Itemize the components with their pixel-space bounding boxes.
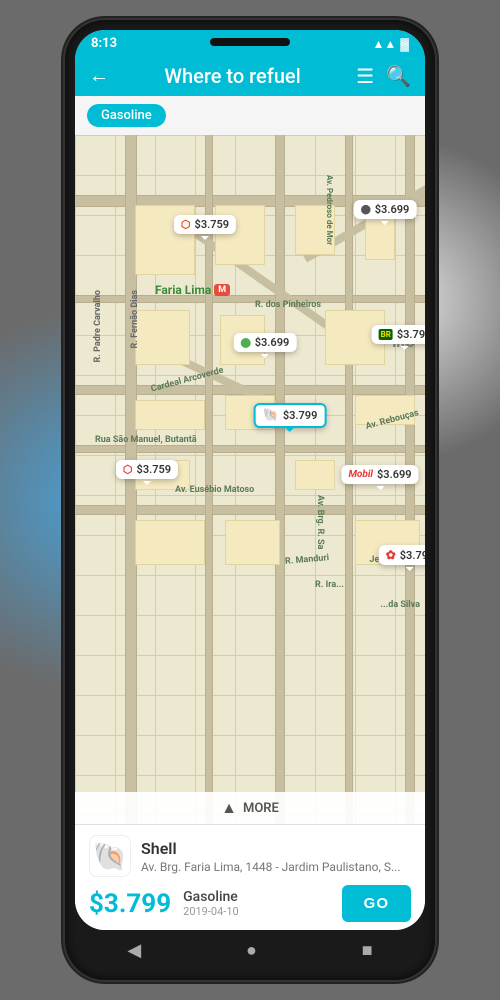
filter-bar: Gasoline — [75, 96, 425, 135]
price-text-8: $3.799 — [400, 549, 425, 562]
phone-notch — [210, 38, 290, 46]
price-text-3: $3.699 — [255, 336, 290, 349]
station-address: Av. Brg. Faria Lima, 1448 - Jardim Pauli… — [141, 860, 411, 874]
price-marker-2[interactable]: ⬤ $3.699 — [354, 200, 417, 219]
phone-screen: 8:13 ▲▲ ▓ ← Where to refuel ☰ 🔍 Gasoline — [75, 30, 425, 930]
phone-frame: 8:13 ▲▲ ▓ ← Where to refuel ☰ 🔍 Gasoline — [65, 20, 435, 980]
circle-icon: ⬤ — [361, 205, 371, 215]
map-block — [215, 205, 265, 265]
fuel-info: Gasoline 2019-04-10 — [183, 889, 330, 918]
price-text-1: $3.759 — [195, 218, 230, 231]
br-icon: BR — [379, 329, 393, 340]
street-label: Av. Pedroso de Mor — [325, 175, 334, 245]
map-block — [225, 520, 280, 565]
station-logo: 🐚 — [89, 835, 131, 877]
price-text-6: $3.759 — [137, 463, 172, 476]
street-label: R. dos Pinheiros — [255, 300, 321, 310]
status-time: 8:13 — [91, 36, 117, 51]
map-block — [295, 460, 335, 490]
nav-home-button[interactable]: ● — [246, 940, 257, 961]
map-block — [135, 310, 190, 365]
map-block — [135, 520, 205, 565]
gasoline-chip[interactable]: Gasoline — [87, 104, 166, 127]
price-text-2: $3.699 — [375, 203, 410, 216]
station-name: Shell — [141, 839, 411, 858]
ipiranga-icon: ⬡ — [181, 218, 191, 231]
street-label: Av. Brg. R. Sa — [315, 495, 325, 550]
station-card: 🐚 Shell Av. Brg. Faria Lima, 1448 - Jard… — [75, 824, 425, 930]
station-price: $3.799 — [89, 889, 171, 919]
street-label: R. Fernão Dias — [130, 290, 140, 348]
price-marker-3[interactable]: $3.699 — [234, 333, 297, 352]
price-marker-6[interactable]: ⬡ $3.759 — [116, 460, 178, 479]
back-button[interactable]: ← — [89, 63, 109, 88]
street-label: Rua São Manuel, Butantã — [95, 435, 197, 445]
map-block — [135, 400, 205, 430]
green-icon — [241, 338, 251, 348]
price-marker-8[interactable]: ✿ $3.799 — [379, 545, 425, 565]
price-text-7: $3.699 — [377, 468, 412, 481]
filter-button[interactable]: ☰ — [356, 64, 374, 88]
map-area[interactable]: R. Padre Carvalho R. Fernão Dias Faria L… — [75, 135, 425, 824]
texaco-icon: ✿ — [386, 548, 396, 562]
go-button[interactable]: GO — [342, 885, 411, 922]
price-marker-1[interactable]: ⬡ $3.759 — [174, 215, 236, 234]
price-marker-4[interactable]: BR $3.799 — [372, 325, 425, 344]
price-marker-5-selected[interactable]: 🐚 $3.799 — [254, 403, 327, 428]
faria-lima-text: Faria Lima — [155, 283, 211, 297]
price-text-4: $3.799 — [397, 328, 425, 341]
metro-badge: M — [214, 284, 230, 296]
phone-nav-bar: ◀ ● ■ — [75, 930, 425, 970]
price-marker-7[interactable]: Mobil $3.699 — [341, 465, 418, 484]
chevron-icon: ⬡ — [123, 463, 133, 476]
street-label: R. Ira... — [315, 580, 344, 590]
street-label: Av. Eusébio Matoso — [175, 485, 254, 495]
status-right: ▲▲ ▓ — [372, 37, 409, 51]
station-price-row: $3.799 Gasoline 2019-04-10 GO — [89, 885, 411, 922]
mobil-icon: Mobil — [348, 469, 373, 480]
station-header: 🐚 Shell Av. Brg. Faria Lima, 1448 - Jard… — [89, 835, 411, 877]
page-title: Where to refuel — [121, 64, 344, 88]
price-text-5: $3.799 — [283, 409, 318, 422]
street-label: ...da Silva — [380, 600, 420, 610]
shell-icon-small: 🐚 — [263, 408, 279, 423]
nav-recents-button[interactable]: ■ — [362, 940, 373, 961]
road — [275, 135, 285, 824]
signal-icon: ▲▲ — [372, 37, 396, 51]
nav-back-button[interactable]: ◀ — [127, 940, 141, 961]
top-bar: ← Where to refuel ☰ 🔍 — [75, 55, 425, 96]
station-info: Shell Av. Brg. Faria Lima, 1448 - Jardim… — [141, 839, 411, 874]
more-label: MORE — [243, 801, 279, 816]
fuel-type: Gasoline — [183, 889, 330, 905]
street-label: R. Padre Carvalho — [93, 290, 103, 362]
shell-logo-icon: 🐚 — [93, 840, 128, 873]
battery-icon: ▓ — [400, 37, 409, 51]
more-arrow-icon: ▲ — [221, 798, 237, 818]
faria-lima-label: Faria Lima M — [155, 283, 230, 297]
fuel-date: 2019-04-10 — [183, 905, 330, 918]
search-button[interactable]: 🔍 — [386, 64, 411, 88]
more-bar[interactable]: ▲ MORE — [75, 792, 425, 824]
